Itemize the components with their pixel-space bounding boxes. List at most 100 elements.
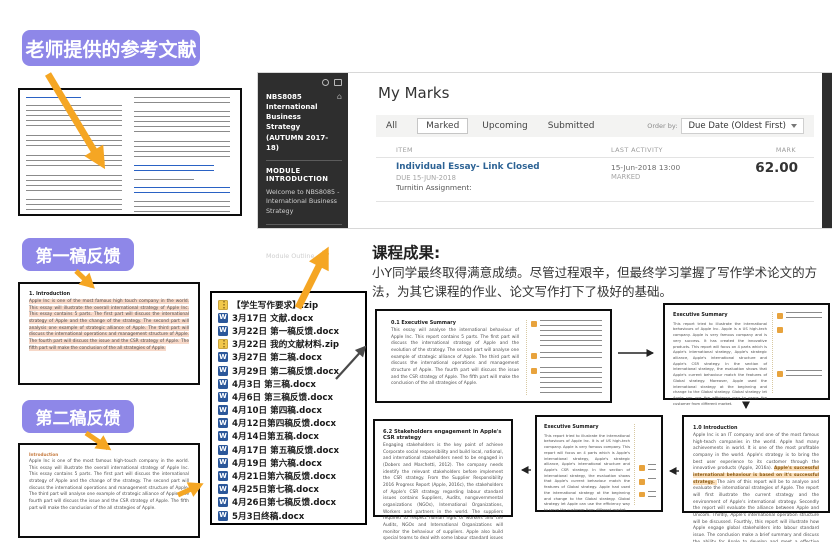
file-item[interactable]: 3月22日 我的文献材料.zip <box>218 338 361 351</box>
window-edge <box>822 73 832 228</box>
file-name: 5月3日终稿.docx <box>232 510 304 522</box>
assignment-kind: Turnitin Assignment: <box>396 183 472 192</box>
file-item[interactable]: 3月27日 第二稿.docx <box>218 351 361 364</box>
window-icon[interactable] <box>334 79 342 86</box>
file-item[interactable]: 4月19日 第六稿.docx <box>218 456 361 469</box>
file-item[interactable]: 4月26日第七稿反馈.docx <box>218 496 361 509</box>
comment-lines <box>648 464 657 472</box>
marks-tabs: All Marked Upcoming Submitted <box>386 118 614 134</box>
file-type-icon <box>218 352 228 362</box>
file-name: 3月22日 我的文献材料.zip <box>232 338 339 350</box>
course-title: NBS8085 International Business Strategy … <box>266 92 334 153</box>
file-type-icon <box>218 431 228 441</box>
file-item[interactable]: 4月21日第六稿反馈.docx <box>218 469 361 482</box>
file-item[interactable]: 3月22日 第一稿反馈.docx <box>218 324 361 337</box>
file-type-icon <box>218 300 228 310</box>
tab[interactable]: Upcoming <box>482 121 527 131</box>
file-item[interactable]: 3月29日 第二稿反馈.docx <box>218 364 361 377</box>
text-lines <box>26 199 122 211</box>
lms-mymarks-screenshot: NBS8085 International Business Strategy … <box>258 73 832 228</box>
file-type-icon <box>218 339 228 349</box>
text-lines <box>134 97 230 106</box>
draft1-heading: 1. Introduction <box>29 291 189 297</box>
badge-second-draft-feedback: 第二稿反馈 <box>22 400 134 433</box>
sidebar-section-item[interactable]: Module Outline <box>266 252 342 262</box>
comment-lines-red <box>786 326 823 364</box>
order-by-value: Due Date (Oldest First) <box>688 121 786 131</box>
file-item[interactable]: 【学生写作要求】.zip <box>218 298 361 311</box>
lms-sidebar: NBS8085 International Business Strategy … <box>258 73 348 228</box>
table-divider <box>376 157 814 158</box>
tab[interactable]: All <box>386 121 397 131</box>
text-lines <box>134 111 230 135</box>
column-header-last-activity: LAST ACTIVITY <box>611 146 663 154</box>
comment-icon <box>531 368 537 374</box>
comment-lines <box>540 367 603 393</box>
file-name: 3月27日 第二稿.docx <box>232 351 322 363</box>
comment-icon <box>639 492 645 498</box>
file-name: 3月22日 第一稿反馈.docx <box>232 325 339 337</box>
text-lines <box>26 105 122 129</box>
order-by-dropdown[interactable]: Due Date (Oldest First) <box>681 118 804 134</box>
file-item[interactable]: 4月10日 第四稿.docx <box>218 404 361 417</box>
file-type-icon <box>218 511 228 521</box>
comment-lines <box>648 491 657 499</box>
infographic-canvas: 老师提供的参考文献 第一稿反馈 第二稿反馈 <box>0 0 832 542</box>
draft2-text: Apple Inc is one of the most famous high… <box>29 459 189 512</box>
file-item[interactable]: 4月17日 第五稿反馈.docx <box>218 443 361 456</box>
file-item[interactable]: 4月12日第四稿反馈.docx <box>218 417 361 430</box>
tab[interactable]: Marked <box>417 118 468 134</box>
file-type-icon <box>218 445 228 455</box>
file-item[interactable]: 4月3日 第三稿.docx <box>218 377 361 390</box>
comment-icon <box>531 321 537 327</box>
csr-section-doc-thumbnail: 6.2 Stakeholders engagement in Apple's C… <box>373 419 513 517</box>
file-name: 4月26日第七稿反馈.docx <box>232 496 336 508</box>
page-title: My Marks <box>378 84 449 102</box>
file-item[interactable]: 4月6日 第三稿反馈.docx <box>218 390 361 403</box>
comment-lines <box>648 478 657 482</box>
home-icon[interactable]: ⌂ <box>337 92 342 153</box>
marks-tabbar: All Marked Upcoming Submitted Order by: … <box>376 115 814 137</box>
search-icon[interactable] <box>322 79 329 86</box>
sidebar-sections: MODULE INTRODUCTION Welcome to NBS8085 -… <box>266 160 342 261</box>
file-item[interactable]: 5月3日终稿.docx <box>218 509 361 522</box>
tab[interactable]: Submitted <box>548 121 595 131</box>
file-item[interactable]: 4月14日第五稿.docx <box>218 430 361 443</box>
order-by-label: Order by: <box>647 122 677 130</box>
table-divider <box>376 201 814 202</box>
draft1-highlighted-text: Apple Inc is one of the most famous high… <box>29 299 189 351</box>
file-name: 3月29日 第二稿反馈.docx <box>232 365 339 377</box>
sidebar-section-item[interactable]: Welcome to NBS8085 - International Busin… <box>266 188 342 217</box>
file-item[interactable]: 4月25日第七稿.docx <box>218 483 361 496</box>
column-header-mark: MARK <box>776 146 796 154</box>
comments-column <box>526 320 602 395</box>
hyperlink-lines <box>134 187 230 196</box>
sidebar-divider <box>266 160 342 161</box>
hyperlink-line <box>26 97 81 101</box>
text-lines <box>134 201 230 213</box>
hyperlink-lines <box>134 165 214 174</box>
text-lines <box>26 175 122 194</box>
file-type-icon <box>218 471 228 481</box>
exec-summary-comments-thumbnail: Executive Summary This report tried to i… <box>535 415 663 512</box>
assignment-link[interactable]: Individual Essay- Link Closed <box>396 162 540 172</box>
file-item[interactable]: 3月17日 文献.docx <box>218 311 361 324</box>
file-type-icon <box>218 405 228 415</box>
reference-list-thumbnail <box>18 88 242 216</box>
sidebar-divider <box>266 224 342 225</box>
outcome-body: 小Y同学最终取得满意成绩。尽管过程艰辛，但最终学习掌握了写作学术论文的方法，为其… <box>372 263 828 302</box>
file-type-icon <box>218 326 228 336</box>
sidebar-section-heading: MODULE INTRODUCTION <box>266 167 342 183</box>
file-name: 4月3日 第三稿.docx <box>232 378 316 390</box>
flow4-heading: Executive Summary <box>544 424 630 432</box>
flow5-text: Engaging stakeholders is the key point o… <box>383 443 503 542</box>
flow3-heading: 1.0 Introduction <box>693 425 819 431</box>
comment-icon <box>777 313 783 319</box>
sidebar-toolbar <box>266 79 342 86</box>
assignment-last-activity: 15-Jun-2018 13:00 <box>611 163 680 172</box>
comment-lines <box>786 312 823 320</box>
file-type-icon <box>218 392 228 402</box>
comment-icon <box>777 327 783 333</box>
badge-first-draft-feedback: 第一稿反馈 <box>22 238 134 271</box>
marks-table: ITEM LAST ACTIVITY MARK Individual Essay… <box>376 143 814 216</box>
